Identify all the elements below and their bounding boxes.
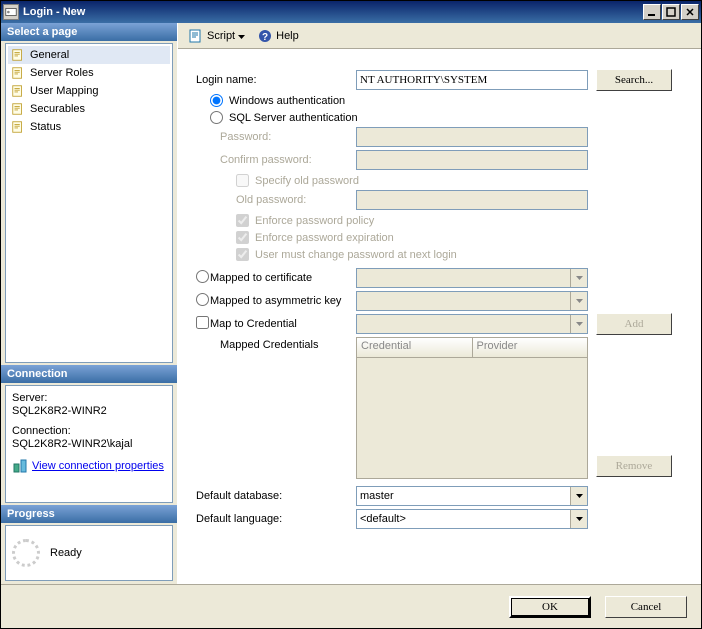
page-label: Server Roles: [30, 67, 94, 79]
mapped-certificate-radio[interactable]: [196, 270, 209, 283]
confirm-password-input: [356, 150, 588, 170]
page-label: Status: [30, 121, 61, 133]
cancel-button[interactable]: Cancel: [605, 596, 687, 618]
maximize-button[interactable]: [662, 4, 680, 20]
page-status[interactable]: Status: [8, 118, 170, 136]
old-password-input: [356, 190, 588, 210]
page-icon: [10, 119, 26, 135]
server-label: Server:: [12, 392, 166, 404]
connection-header: Connection: [1, 365, 177, 383]
page-icon: [10, 47, 26, 63]
enforce-expiration-label: Enforce password expiration: [255, 232, 394, 244]
progress-box: Ready: [5, 525, 173, 581]
enforce-policy-checkbox: [236, 214, 249, 227]
page-list: General Server Roles User Mapping Secura…: [5, 43, 173, 363]
chevron-down-icon: [570, 292, 587, 310]
page-label: Securables: [30, 103, 85, 115]
server-value: SQL2K8R2-WINR2: [12, 405, 166, 417]
help-button[interactable]: ? Help: [253, 26, 303, 46]
mapped-asymmetric-label: Mapped to asymmetric key: [210, 295, 356, 307]
windows-auth-label: Windows authentication: [229, 95, 345, 107]
page-user-mapping[interactable]: User Mapping: [8, 82, 170, 100]
progress-status: Ready: [50, 547, 82, 559]
page-server-roles[interactable]: Server Roles: [8, 64, 170, 82]
dialog-footer: OK Cancel: [1, 584, 701, 628]
enforce-policy-label: Enforce password policy: [255, 215, 374, 227]
sql-auth-radio[interactable]: [210, 111, 223, 124]
content-pane: Script ? Help Login name: Search... Wind…: [178, 23, 701, 584]
page-icon: [10, 83, 26, 99]
page-label: User Mapping: [30, 85, 98, 97]
search-button[interactable]: Search...: [596, 69, 672, 91]
properties-icon: [12, 458, 28, 474]
windows-auth-radio[interactable]: [210, 94, 223, 107]
progress-ring-icon: [12, 539, 40, 567]
login-name-input[interactable]: [356, 70, 588, 90]
specify-old-password-label: Specify old password: [255, 175, 359, 187]
map-credential-label: Map to Credential: [210, 318, 356, 330]
provider-column: Provider: [473, 338, 588, 358]
password-label: Password:: [196, 131, 356, 143]
enforce-expiration-checkbox: [236, 231, 249, 244]
page-icon: [10, 101, 26, 117]
map-credential-checkbox[interactable]: [196, 316, 209, 329]
remove-button: Remove: [596, 455, 672, 477]
login-form: Login name: Search... Windows authentica…: [178, 49, 701, 535]
help-icon: ?: [257, 28, 273, 44]
content-toolbar: Script ? Help: [178, 23, 701, 49]
default-database-combo[interactable]: master: [356, 486, 588, 506]
ok-button[interactable]: OK: [509, 596, 591, 618]
select-page-header: Select a page: [1, 23, 177, 41]
page-icon: [10, 65, 26, 81]
mapped-certificate-label: Mapped to certificate: [210, 272, 356, 284]
connection-label: Connection:: [12, 425, 166, 437]
connection-value: SQL2K8R2-WINR2\kajal: [12, 438, 166, 450]
asymmetric-combo: [356, 291, 588, 311]
connection-info: Server: SQL2K8R2-WINR2 Connection: SQL2K…: [5, 385, 173, 503]
must-change-password-checkbox: [236, 248, 249, 261]
page-general[interactable]: General: [8, 46, 170, 64]
page-securables[interactable]: Securables: [8, 100, 170, 118]
specify-old-password-checkbox: [236, 174, 249, 187]
view-connection-properties-link[interactable]: View connection properties: [32, 460, 164, 472]
chevron-down-icon: [570, 487, 587, 505]
default-language-combo[interactable]: <default>: [356, 509, 588, 529]
script-button[interactable]: Script: [184, 26, 249, 46]
confirm-password-label: Confirm password:: [196, 154, 356, 166]
login-name-label: Login name:: [196, 74, 356, 86]
window-icon: [3, 4, 19, 20]
add-button: Add: [596, 313, 672, 335]
mapped-credentials-label: Mapped Credentials: [196, 337, 356, 351]
chevron-down-icon: [570, 510, 587, 528]
sidebar: Select a page General Server Roles User …: [1, 23, 178, 584]
credential-column: Credential: [357, 338, 473, 358]
chevron-down-icon: [570, 269, 587, 287]
window-title: Login - New: [23, 6, 643, 18]
svg-text:?: ?: [262, 32, 268, 43]
credential-combo: [356, 314, 588, 334]
script-icon: [188, 28, 204, 44]
page-label: General: [30, 49, 69, 61]
title-bar[interactable]: Login - New: [1, 1, 701, 23]
minimize-button[interactable]: [643, 4, 661, 20]
old-password-label: Old password:: [196, 194, 356, 206]
chevron-down-icon: [570, 315, 587, 333]
chevron-down-icon: [238, 30, 245, 42]
credentials-table: Credential Provider: [356, 337, 588, 479]
mapped-asymmetric-radio[interactable]: [196, 293, 209, 306]
must-change-password-label: User must change password at next login: [255, 249, 457, 261]
password-input: [356, 127, 588, 147]
certificate-combo: [356, 268, 588, 288]
default-database-label: Default database:: [196, 490, 356, 502]
sql-auth-label: SQL Server authentication: [229, 112, 358, 124]
progress-header: Progress: [1, 505, 177, 523]
default-language-label: Default language:: [196, 513, 356, 525]
close-button[interactable]: [681, 4, 699, 20]
